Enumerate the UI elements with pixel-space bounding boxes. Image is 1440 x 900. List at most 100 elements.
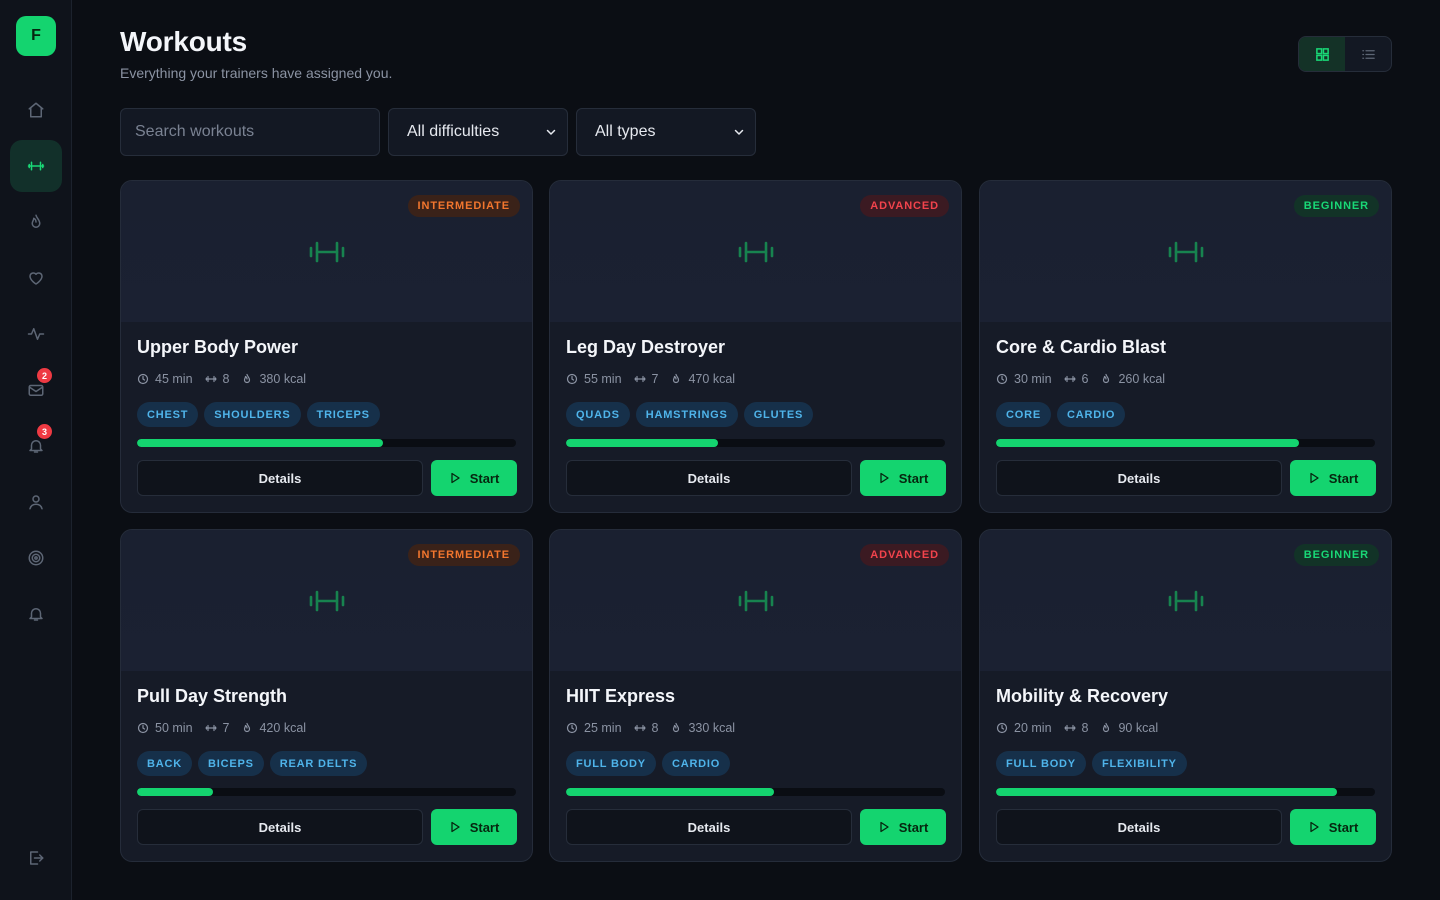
sidebar-item-nutrition[interactable] (10, 196, 62, 248)
search-input[interactable]: Search workouts (120, 108, 380, 156)
start-button[interactable]: Start (431, 460, 517, 496)
exercise-count-value: 8 (651, 721, 659, 735)
start-label: Start (1328, 819, 1359, 835)
start-button[interactable]: Start (1290, 460, 1376, 496)
flame-icon (244, 722, 251, 733)
sidebar-item-reminders[interactable] (10, 588, 62, 640)
tag[interactable]: BACK (137, 751, 192, 776)
sidebar-item-messages[interactable]: 2 (10, 364, 62, 416)
details-button[interactable]: Details (996, 809, 1282, 845)
exercise-count: 7 (633, 372, 658, 386)
difficulty-badge: INTERMEDIATE (407, 544, 520, 566)
calories: 420 kcal (241, 721, 306, 735)
clock-icon (996, 722, 1008, 734)
logout-icon (30, 851, 44, 865)
details-button[interactable]: Details (996, 460, 1282, 496)
tag[interactable]: CARDIO (1056, 402, 1126, 427)
tag[interactable]: SHOULDERS (204, 402, 301, 427)
play-icon (1310, 821, 1319, 833)
tag[interactable]: HAMSTRINGS (635, 402, 738, 427)
details-button[interactable]: Details (566, 460, 852, 496)
start-button[interactable]: Start (1290, 809, 1376, 845)
sidebar-item-goals[interactable] (10, 532, 62, 584)
workout-card[interactable]: ADVANCED HIIT Express 25 min 8 330 kcal … (549, 529, 962, 862)
page-subtitle: Everything your trainers have assigned y… (120, 65, 393, 81)
sidebar-item-health[interactable] (10, 252, 62, 304)
view-toggle (1298, 36, 1392, 72)
grid-view-button[interactable] (1299, 37, 1345, 71)
tag[interactable]: CORE (996, 402, 1051, 427)
sidebar-item-profile[interactable] (10, 476, 62, 528)
calories: 380 kcal (241, 372, 306, 386)
difficulty-select[interactable]: All difficulties (388, 108, 568, 156)
details-button[interactable]: Details (137, 809, 423, 845)
bell-icon (29, 608, 43, 621)
tag-list: QUADS HAMSTRINGS GLUTES (566, 402, 819, 427)
exercise-count-value: 6 (1081, 372, 1089, 386)
tag[interactable]: BICEPS (197, 751, 264, 776)
workout-card[interactable]: ADVANCED Leg Day Destroyer 55 min 7 470 … (549, 180, 962, 513)
exercise-count: 8 (633, 721, 659, 735)
start-button[interactable]: Start (431, 809, 517, 845)
type-select[interactable]: All types (576, 108, 756, 156)
page-title: Workouts (120, 26, 247, 57)
tag[interactable]: CARDIO (661, 751, 731, 776)
calories-value: 330 kcal (688, 721, 736, 735)
tag[interactable]: CHEST (137, 402, 199, 427)
progress-bar (566, 788, 945, 796)
progress-bar (566, 439, 945, 447)
sidebar: F 2 3 (0, 0, 72, 900)
progress-bar (996, 439, 1375, 447)
sidebar-item-logout[interactable] (10, 832, 62, 884)
dumbbell-icon (1063, 724, 1076, 732)
calories: 470 kcal (670, 372, 735, 386)
flame-icon (1103, 722, 1110, 733)
dumbbell-icon (738, 590, 773, 611)
heart-icon (29, 272, 43, 285)
sidebar-item-home[interactable] (10, 84, 62, 136)
workout-card[interactable]: BEGINNER Mobility & Recovery 20 min 8 90… (979, 529, 1392, 862)
progress-fill (996, 439, 1300, 447)
details-label: Details (258, 470, 302, 486)
details-button[interactable]: Details (137, 460, 423, 496)
details-button[interactable]: Details (566, 809, 852, 845)
difficulty-badge: ADVANCED (860, 544, 949, 566)
exercise-count-value: 8 (1081, 721, 1089, 735)
tag[interactable]: TRICEPS (306, 402, 380, 427)
duration: 25 min (566, 721, 622, 735)
exercise-count-value: 8 (222, 372, 230, 386)
clock-icon (137, 722, 149, 734)
start-button[interactable]: Start (860, 809, 946, 845)
tag[interactable]: REAR DELTS (269, 751, 368, 776)
app-logo[interactable]: F (16, 16, 56, 56)
workout-meta: 20 min 8 90 kcal (996, 721, 1170, 735)
workout-title: Leg Day Destroyer (566, 337, 726, 357)
activity-icon (27, 328, 45, 340)
details-label: Details (1117, 470, 1161, 486)
search-placeholder: Search workouts (135, 123, 255, 140)
exercise-count: 8 (204, 372, 230, 386)
list-view-button[interactable] (1345, 37, 1391, 71)
duration-value: 50 min (155, 721, 193, 735)
sidebar-item-activity[interactable] (10, 308, 62, 360)
workout-card[interactable]: BEGINNER Core & Cardio Blast 30 min 6 26… (979, 180, 1392, 513)
calories-value: 470 kcal (688, 372, 736, 386)
start-button[interactable]: Start (860, 460, 946, 496)
tag-list: FULL BODY FLEXIBILITY (996, 751, 1193, 776)
tag[interactable]: GLUTES (743, 402, 814, 427)
tag[interactable]: FULL BODY (996, 751, 1086, 776)
workout-meta: 30 min 6 260 kcal (996, 372, 1177, 386)
tag[interactable]: FLEXIBILITY (1091, 751, 1187, 776)
calories: 260 kcal (1100, 372, 1165, 386)
duration: 50 min (137, 721, 193, 735)
start-label: Start (469, 470, 500, 486)
workout-card[interactable]: INTERMEDIATE Upper Body Power 45 min 8 3… (120, 180, 533, 513)
start-label: Start (898, 470, 929, 486)
tag-list: BACK BICEPS REAR DELTS (137, 751, 373, 776)
tag[interactable]: QUADS (566, 402, 630, 427)
sidebar-item-notifications[interactable]: 3 (10, 420, 62, 472)
duration-value: 25 min (584, 721, 622, 735)
tag[interactable]: FULL BODY (566, 751, 656, 776)
workout-card[interactable]: INTERMEDIATE Pull Day Strength 50 min 7 … (120, 529, 533, 862)
sidebar-item-workouts[interactable] (10, 140, 62, 192)
